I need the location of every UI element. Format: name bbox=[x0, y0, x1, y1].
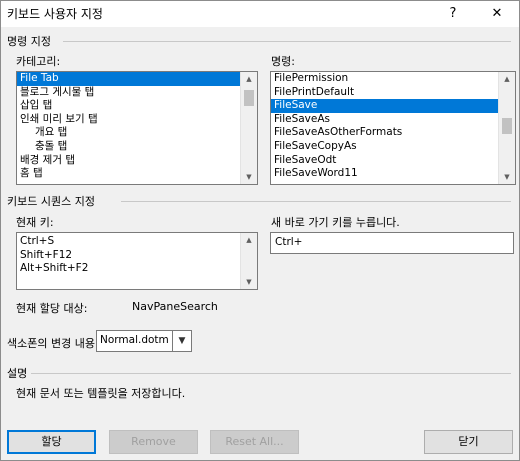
category-list-item[interactable]: 충돌 탭 bbox=[17, 140, 257, 154]
commands-section-heading: 명령 지정 bbox=[7, 35, 51, 48]
current-keys-scrollbar[interactable]: ▲ ▼ bbox=[240, 233, 257, 289]
commands-list: FilePermission FilePrintDefault FileSave Fi… bbox=[271, 72, 515, 181]
command-list-item[interactable]: FileSave bbox=[271, 99, 515, 113]
keyboard-section-heading: 키보드 시퀀스 지정 bbox=[7, 195, 95, 208]
command-list-item[interactable]: FilePermission bbox=[271, 72, 515, 86]
categories-scrollbar[interactable]: ▲ ▼ bbox=[240, 72, 257, 184]
scroll-down-arrow-icon[interactable]: ▼ bbox=[499, 170, 515, 184]
scroll-thumb[interactable] bbox=[502, 118, 512, 134]
command-list-item[interactable]: FileSaveWord11 bbox=[271, 167, 515, 181]
command-list-item[interactable]: FileSaveCopyAs bbox=[271, 140, 515, 154]
save-changes-in-label: 색소폰의 변경 내용 bbox=[7, 337, 95, 350]
description-text: 현재 문서 또는 템플릿을 저장합니다. bbox=[16, 387, 186, 400]
scroll-down-arrow-icon[interactable]: ▼ bbox=[241, 170, 257, 184]
window-title: 키보드 사용자 지정 bbox=[7, 7, 103, 21]
divider bbox=[121, 201, 511, 202]
scroll-down-arrow-icon[interactable]: ▼ bbox=[241, 275, 257, 289]
category-list-item[interactable]: 인쇄 미리 보기 탭 bbox=[17, 113, 257, 127]
divider bbox=[31, 373, 511, 374]
current-keys-listbox[interactable]: Ctrl+S Shift+F12 Alt+Shift+F2 ▲ ▼ bbox=[16, 232, 258, 290]
new-shortcut-label: 새 바로 가기 키를 누릅니다. bbox=[271, 216, 400, 229]
categories-listbox[interactable]: File Tab 블로그 게시물 탭 삽입 탭 인쇄 미리 보기 탭 개요 탭 충돌 탭배… bbox=[16, 71, 258, 185]
scroll-up-arrow-icon[interactable]: ▲ bbox=[499, 72, 515, 86]
categories-list: File Tab 블로그 게시물 탭 삽입 탭 인쇄 미리 보기 탭 개요 탭 충돌 탭배… bbox=[17, 72, 257, 181]
description-heading: 설명 bbox=[7, 367, 28, 380]
reset-all-button[interactable]: Reset All... bbox=[210, 430, 299, 454]
category-list-item[interactable]: 블로그 게시물 탭 bbox=[17, 86, 257, 100]
close-window-button[interactable]: ✕ bbox=[479, 2, 515, 26]
help-button[interactable]: ? bbox=[435, 2, 471, 26]
close-button[interactable]: 닫기 bbox=[424, 430, 513, 454]
divider bbox=[63, 41, 511, 42]
category-list-item[interactable]: 배경 제거 탭 bbox=[17, 154, 257, 168]
commands-listbox[interactable]: FilePermission FilePrintDefault FileSave Fi… bbox=[270, 71, 516, 185]
category-list-item[interactable]: 삽입 탭 bbox=[17, 99, 257, 113]
command-list-item[interactable]: FilePrintDefault bbox=[271, 86, 515, 100]
categories-label: 카테고리: bbox=[16, 55, 61, 68]
commands-scrollbar[interactable]: ▲ ▼ bbox=[498, 72, 515, 184]
category-list-item[interactable]: 개요 탭 bbox=[17, 126, 257, 140]
current-key-item[interactable]: Shift+F12 bbox=[17, 249, 257, 263]
title-bar: 키보드 사용자 지정 ? ✕ bbox=[1, 1, 519, 27]
command-list-item[interactable]: FileSaveAsOtherFormats bbox=[271, 126, 515, 140]
chevron-down-icon[interactable]: ▼ bbox=[172, 331, 191, 351]
assigned-to-label: 현재 할당 대상: bbox=[16, 302, 88, 315]
scroll-up-arrow-icon[interactable]: ▲ bbox=[241, 233, 257, 247]
category-list-item[interactable]: 홈 탭 bbox=[17, 167, 257, 181]
save-in-value: Normal.dotm bbox=[100, 334, 169, 346]
remove-button[interactable]: Remove bbox=[109, 430, 198, 454]
command-list-item[interactable]: FileSaveOdt bbox=[271, 154, 515, 168]
commands-label: 명령: bbox=[271, 55, 295, 68]
scroll-up-arrow-icon[interactable]: ▲ bbox=[241, 72, 257, 86]
assign-button[interactable]: 할당 bbox=[7, 430, 96, 454]
scroll-thumb[interactable] bbox=[244, 90, 254, 106]
assigned-to-value: NavPaneSearch bbox=[132, 300, 218, 313]
category-list-item[interactable]: File Tab bbox=[17, 72, 257, 86]
command-list-item[interactable]: FileSaveAs bbox=[271, 113, 515, 127]
current-keys-list: Ctrl+S Shift+F12 Alt+Shift+F2 bbox=[17, 233, 257, 276]
new-shortcut-input[interactable]: Ctrl+ bbox=[270, 232, 514, 254]
customize-keyboard-dialog: 키보드 사용자 지정 ? ✕ 명령 지정 카테고리: 명령: File Tab 블… bbox=[0, 0, 520, 461]
save-in-dropdown[interactable]: Normal.dotm ▼ bbox=[96, 330, 192, 352]
current-key-item[interactable]: Ctrl+S bbox=[17, 235, 257, 249]
current-keys-label: 현재 키: bbox=[16, 216, 54, 229]
current-key-item[interactable]: Alt+Shift+F2 bbox=[17, 262, 257, 276]
